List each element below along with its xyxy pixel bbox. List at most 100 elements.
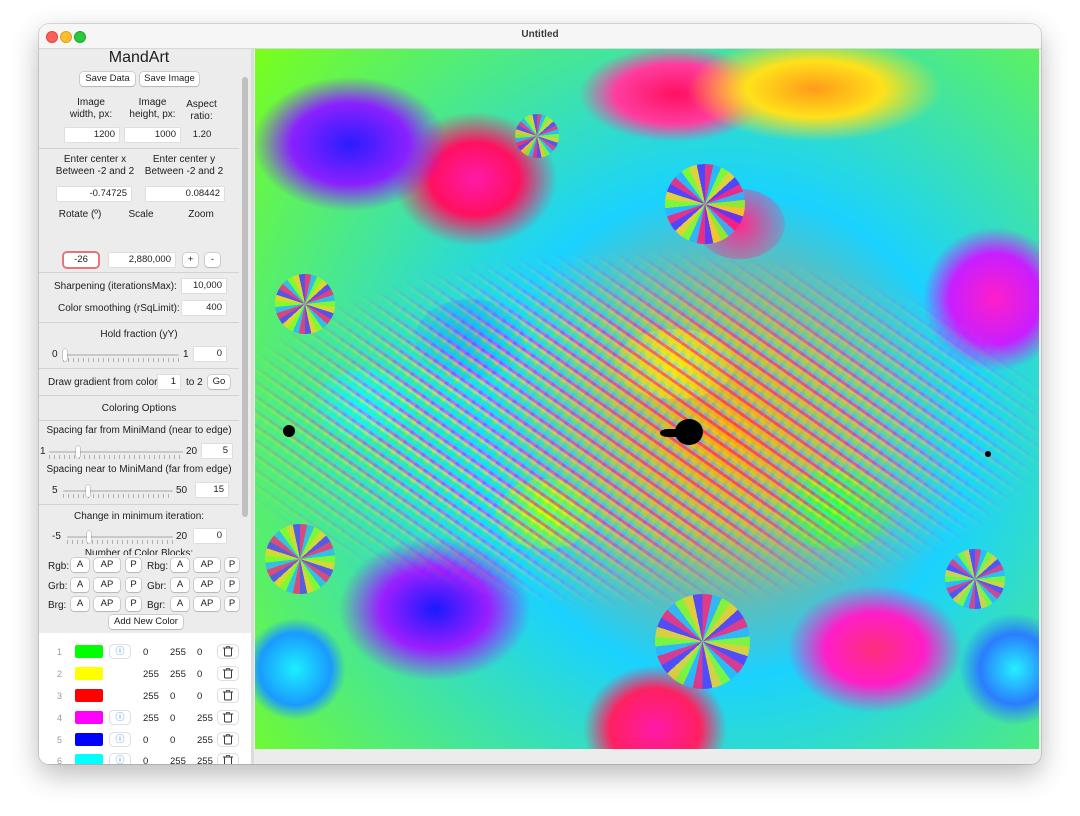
color-g-value[interactable]: 255 [170, 669, 186, 680]
hold-fraction-slider[interactable] [63, 354, 179, 356]
color-swatch[interactable] [75, 754, 103, 764]
spiral-detail [515, 114, 559, 158]
trash-icon[interactable] [218, 754, 238, 764]
rgb-ap-button[interactable]: AP [94, 558, 120, 572]
spacing-far-slider[interactable] [49, 451, 183, 453]
panel-scrollbar[interactable] [242, 77, 248, 517]
rbg-p-button[interactable]: P [225, 558, 239, 572]
center-x-field[interactable]: -0.74725 [57, 187, 131, 201]
change-min-iteration-thumb[interactable] [87, 531, 91, 543]
hold-fraction-thumb[interactable] [63, 349, 67, 361]
trash-icon[interactable] [218, 667, 238, 680]
grb-a-button[interactable]: A [71, 578, 89, 592]
smoothing-field[interactable]: 400 [182, 301, 226, 315]
spiral-detail [265, 524, 335, 594]
spacing-far-field[interactable]: 5 [202, 444, 232, 458]
rotate-field[interactable]: -26 [64, 253, 98, 267]
coloring-options-title: Coloring Options [101, 403, 177, 414]
rbg-ap-button[interactable]: AP [194, 558, 220, 572]
info-icon[interactable]: ⓘ [110, 733, 130, 746]
gbr-a-button[interactable]: A [171, 578, 189, 592]
gbr-p-button[interactable]: P [225, 578, 239, 592]
hold-fraction-field[interactable]: 0 [194, 347, 226, 361]
color-g-value[interactable]: 255 [170, 647, 186, 658]
color-r-value[interactable]: 0 [143, 756, 148, 764]
color-r-value[interactable]: 255 [143, 691, 159, 702]
ordering-label-brg: Brg: [48, 600, 67, 611]
color-r-value[interactable]: 255 [143, 669, 159, 680]
spacing-near-slider[interactable] [63, 490, 173, 492]
ordering-label-rgb: Rgb: [48, 561, 70, 572]
zoom-in-button[interactable]: + [183, 253, 198, 267]
brg-a-button[interactable]: A [71, 597, 89, 611]
spacing-far-max: 20 [186, 446, 198, 457]
color-b-value[interactable]: 255 [197, 756, 213, 764]
bgr-a-button[interactable]: A [171, 597, 189, 611]
rbg-a-button[interactable]: A [171, 558, 189, 572]
spacing-near-field[interactable]: 15 [196, 483, 228, 497]
color-number: 4 [57, 713, 63, 723]
center-y-field[interactable]: 0.08442 [146, 187, 224, 201]
save-data-button[interactable]: Save Data [80, 72, 135, 86]
color-r-value[interactable]: 255 [143, 713, 159, 724]
trash-icon[interactable] [218, 645, 238, 658]
spiral-detail [665, 164, 745, 244]
info-icon[interactable]: ⓘ [110, 645, 130, 658]
bgr-ap-button[interactable]: AP [194, 597, 220, 611]
trash-icon[interactable] [218, 689, 238, 702]
color-number: 1 [57, 647, 63, 657]
color-r-value[interactable]: 0 [143, 647, 148, 658]
settings-panel: MandArt Save Data Save Image Image width… [39, 49, 251, 764]
color-swatch[interactable] [75, 667, 103, 680]
brg-p-button[interactable]: P [126, 597, 141, 611]
image-width-field[interactable]: 1200 [65, 128, 119, 142]
trash-icon[interactable] [218, 711, 238, 724]
fractal-detail [255, 49, 1039, 749]
change-min-iteration-field[interactable]: 0 [194, 529, 226, 543]
gradient-go-button[interactable]: Go [208, 375, 230, 389]
color-g-value[interactable]: 255 [170, 756, 186, 764]
window-title: Untitled [521, 29, 559, 40]
color-r-value[interactable]: 0 [143, 735, 148, 746]
pane-divider[interactable] [251, 49, 254, 764]
color-b-value[interactable]: 0 [197, 669, 202, 680]
brg-ap-button[interactable]: AP [94, 597, 120, 611]
color-b-value[interactable]: 255 [197, 735, 213, 746]
scale-field[interactable]: 2,880,000 [109, 253, 175, 267]
add-new-color-button[interactable]: Add New Color [109, 615, 183, 629]
spacing-far-thumb[interactable] [76, 446, 80, 458]
info-icon[interactable]: ⓘ [110, 711, 130, 724]
color-swatch[interactable] [75, 711, 103, 724]
zoom-label: Zoom [188, 209, 214, 220]
rgb-a-button[interactable]: A [71, 558, 89, 572]
rgb-p-button[interactable]: P [126, 558, 141, 572]
hold-fraction-label: Hold fraction (yY) [100, 329, 178, 340]
gbr-ap-button[interactable]: AP [194, 578, 220, 592]
color-swatch[interactable] [75, 689, 103, 702]
color-g-value[interactable]: 0 [170, 691, 175, 702]
bgr-p-button[interactable]: P [225, 597, 239, 611]
color-b-value[interactable]: 0 [197, 647, 202, 658]
zoom-out-button[interactable]: - [205, 253, 220, 267]
change-min-iteration-slider[interactable] [67, 536, 173, 538]
grb-p-button[interactable]: P [126, 578, 141, 592]
color-g-value[interactable]: 0 [170, 735, 175, 746]
color-swatch[interactable] [75, 733, 103, 746]
gradient-from-field[interactable]: 1 [158, 375, 180, 389]
sharpening-field[interactable]: 10,000 [182, 279, 226, 293]
info-icon[interactable]: ⓘ [110, 754, 130, 764]
change-min-iteration-label: Change in minimum iteration: [73, 511, 205, 522]
color-b-value[interactable]: 255 [197, 713, 213, 724]
color-b-value[interactable]: 0 [197, 691, 202, 702]
image-height-field[interactable]: 1000 [125, 128, 180, 142]
title-bar: Untitled [39, 24, 1041, 49]
spacing-near-thumb[interactable] [86, 485, 90, 497]
trash-icon[interactable] [218, 733, 238, 746]
save-image-button[interactable]: Save Image [140, 72, 199, 86]
spiral-detail [655, 594, 750, 689]
rotate-label: Rotate (º) [58, 209, 102, 220]
hold-fraction-ticks [63, 358, 179, 362]
grb-ap-button[interactable]: AP [94, 578, 120, 592]
color-g-value[interactable]: 0 [170, 713, 175, 724]
color-swatch[interactable] [75, 645, 103, 658]
